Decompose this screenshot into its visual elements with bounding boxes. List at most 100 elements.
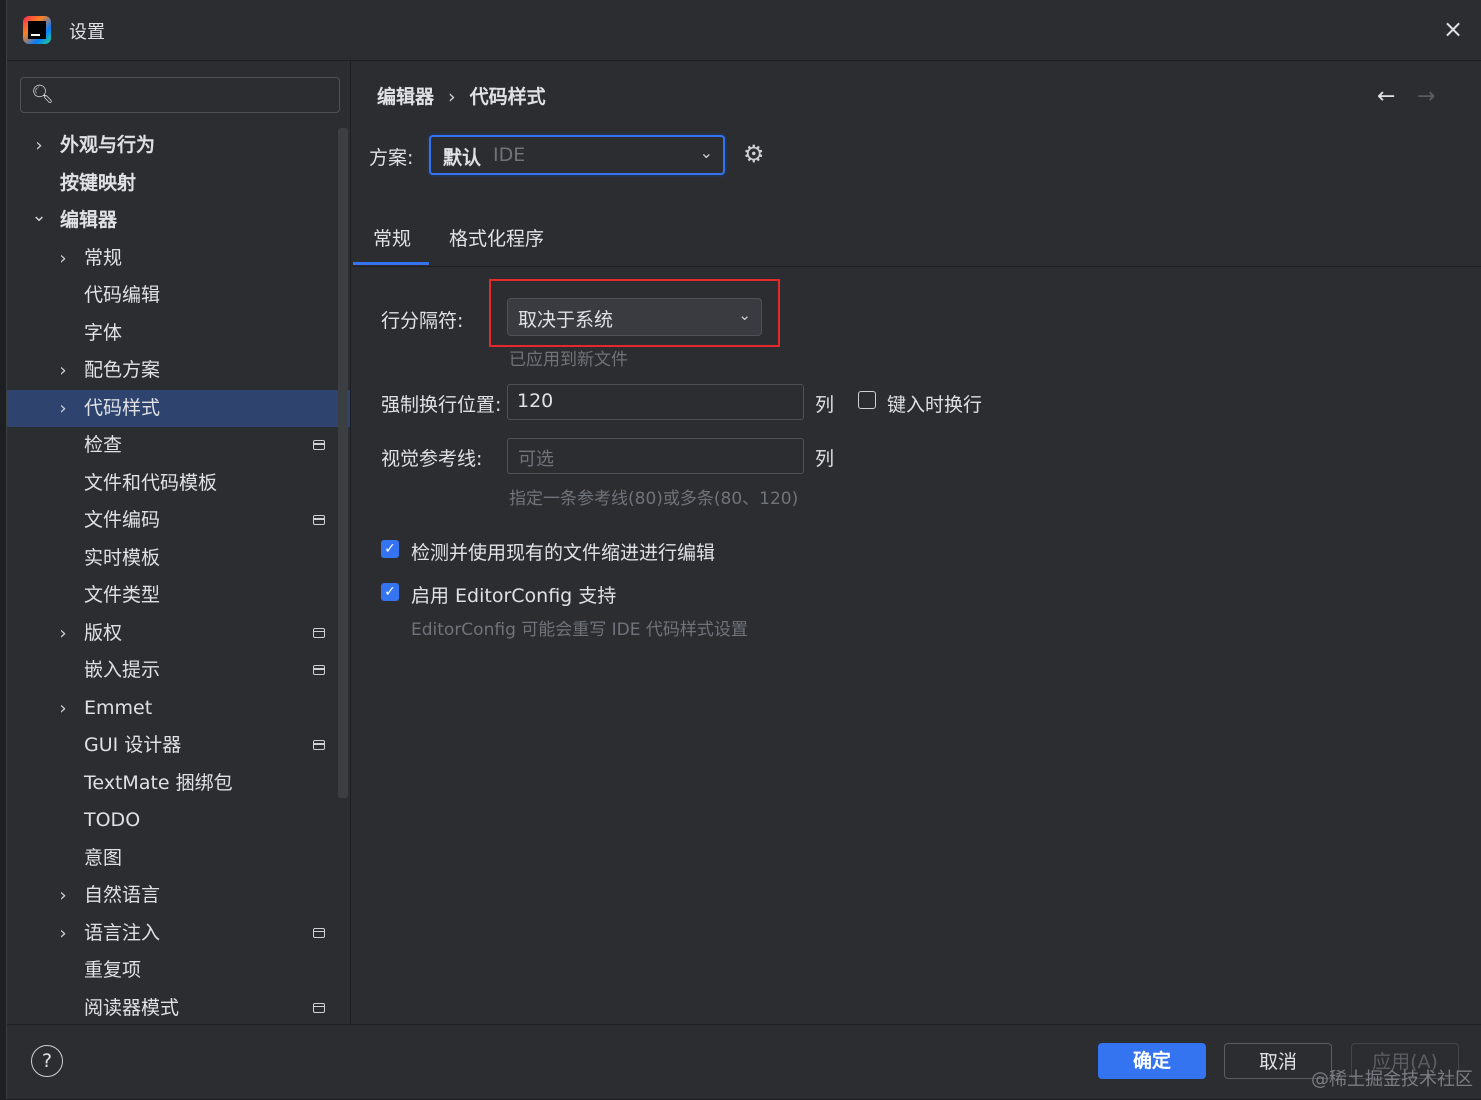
tab-formatter[interactable]: 格式化程序 [449,224,544,251]
title-bar: 设置 × [7,0,1481,61]
editorconfig-checkbox[interactable]: ✓ [381,583,399,601]
project-settings-icon [313,927,325,938]
tree-item-label: 实时模板 [84,546,161,569]
breadcrumb-current: 代码样式 [469,86,546,108]
tree-item[interactable]: 阅读器模式 [7,990,350,1027]
project-settings-icon [313,515,325,525]
tree-item-label: 文件编码 [84,509,161,531]
chevron-down-icon[interactable]: ⌄ [31,197,47,234]
tree-item[interactable]: 检查 [7,427,350,464]
tree-item-label: 字体 [84,321,123,344]
breadcrumb-parent[interactable]: 编辑器 [377,86,434,108]
ok-button[interactable]: 确定 [1098,1043,1206,1079]
tree-item[interactable]: ⌄ 编辑器 [7,202,350,239]
app-logo-icon [23,16,51,44]
chevron-down-icon: ⌄ [738,306,751,324]
chevron-down-icon: ⌄ [699,143,713,162]
tree-item-label: 自然语言 [84,884,161,906]
tree-item[interactable]: 文件和代码模板 [7,465,350,502]
chevron-right-icon[interactable]: › [55,390,71,427]
visual-guides-placeholder: 可选 [518,449,554,470]
dialog-title: 设置 [69,22,105,43]
help-icon[interactable]: ? [31,1045,63,1077]
tree-item-label: 阅读器模式 [84,996,180,1019]
tree-item[interactable]: › 代码样式 [7,389,350,427]
line-separator-hint: 已应用到新文件 [509,350,628,370]
tab-bar: 常规 格式化程序 [353,210,1481,267]
active-tab-indicator [353,262,429,265]
scheme-dropdown[interactable]: 默认 IDE ⌄ [429,135,725,175]
breadcrumb-separator: › [448,86,456,108]
tree-item[interactable]: › 常规 [7,240,350,277]
visual-guides-hint: 指定一条参考线(80)或多条(80、120) [509,489,799,509]
tree-item[interactable]: › Emmet [7,690,350,727]
tree-item[interactable]: 代码编辑 [7,277,350,314]
tree-item-label: 重复项 [84,959,142,981]
tree-item-label: TextMate 捆绑包 [84,771,233,794]
tree-item[interactable]: › 语言注入 [7,915,350,952]
visual-guides-input[interactable]: 可选 [507,438,804,474]
visual-guides-unit: 列 [815,448,835,470]
tree-item-label: 文件和代码模板 [84,471,218,494]
tree-item-label: Emmet [84,696,153,719]
chevron-right-icon[interactable]: › [55,690,71,727]
tree-item-label: 意图 [84,846,123,869]
gear-icon[interactable]: ⚙ [743,140,765,168]
project-settings-icon [313,627,325,638]
chevron-right-icon[interactable]: › [55,877,71,914]
editorconfig-hint: EditorConfig 可能会重写 IDE 代码样式设置 [411,620,748,640]
back-arrow-icon[interactable]: ← [1377,84,1395,109]
chevron-right-icon[interactable]: › [55,352,71,389]
pane-divider[interactable] [350,60,351,1024]
project-settings-icon [313,665,325,675]
tree-item-label: 代码编辑 [84,284,161,306]
project-settings-icon [313,740,325,750]
editorconfig-label[interactable]: 启用 EditorConfig 支持 [411,581,616,608]
scheme-value: 默认 [443,147,482,169]
detect-indent-checkbox[interactable]: ✓ [381,540,399,558]
tree-item-label: GUI 设计器 [84,734,182,756]
hard-wrap-input[interactable]: 120 [507,384,804,420]
tree-item[interactable]: 按键映射 [7,165,350,202]
scheme-label: 方案: [369,147,414,169]
tree-scrollbar[interactable] [338,128,348,798]
tree-item[interactable]: 字体 [7,315,350,352]
tree-item[interactable]: GUI 设计器 [7,727,350,764]
chevron-right-icon[interactable]: › [55,915,71,952]
tree-item[interactable]: › 版权 [7,615,350,652]
tree-item-label: 代码样式 [84,396,161,419]
tree-item-label: 嵌入提示 [84,659,161,681]
hard-wrap-value: 120 [517,390,554,412]
forward-arrow-icon[interactable]: → [1417,84,1435,109]
settings-search-input[interactable]: 🔍︎ [20,77,340,113]
tree-item[interactable]: 文件类型 [7,577,350,614]
hard-wrap-label: 强制换行位置: [381,394,502,416]
tree-item[interactable]: › 自然语言 [7,877,350,914]
close-icon[interactable]: × [1438,14,1468,44]
tree-item[interactable]: TODO [7,802,350,839]
tree-item[interactable]: › 外观与行为 [7,127,350,164]
tree-item-label: 常规 [84,246,123,269]
chevron-right-icon[interactable]: › [31,127,47,164]
chevron-right-icon[interactable]: › [55,240,71,277]
tree-item[interactable]: › 配色方案 [7,352,350,389]
tree-item[interactable]: 重复项 [7,952,350,989]
settings-dialog: 设置 × 🔍︎ › 外观与行为 按键映射 ⌄ 编辑器 › 常规 代码编辑 字体 › 配色方案 › 代码样… [6,0,1481,1099]
project-settings-icon [313,1002,325,1013]
line-separator-dropdown[interactable]: 取决于系统 ⌄ [507,298,762,336]
settings-tree: › 外观与行为 按键映射 ⌄ 编辑器 › 常规 代码编辑 字体 › 配色方案 › 代码样式 检查 文件和代码… [7,126,350,1024]
scheme-value-suffix: IDE [493,144,526,166]
wrap-on-typing-label[interactable]: 键入时换行 [887,390,982,417]
tree-item[interactable]: 文件编码 [7,502,350,539]
tree-item[interactable]: 意图 [7,840,350,877]
tree-item[interactable]: 嵌入提示 [7,652,350,689]
tree-item[interactable]: 实时模板 [7,540,350,577]
chevron-right-icon[interactable]: › [55,615,71,652]
tree-item-label: 按键映射 [60,171,137,194]
detect-indent-label[interactable]: 检测并使用现有的文件缩进进行编辑 [411,538,715,565]
tab-general[interactable]: 常规 [373,224,411,251]
watermark: @稀土掘金技术社区 [1311,1069,1473,1090]
tree-item[interactable]: TextMate 捆绑包 [7,765,350,802]
tree-item-label: 检查 [84,434,123,456]
wrap-on-typing-checkbox[interactable] [858,391,876,409]
